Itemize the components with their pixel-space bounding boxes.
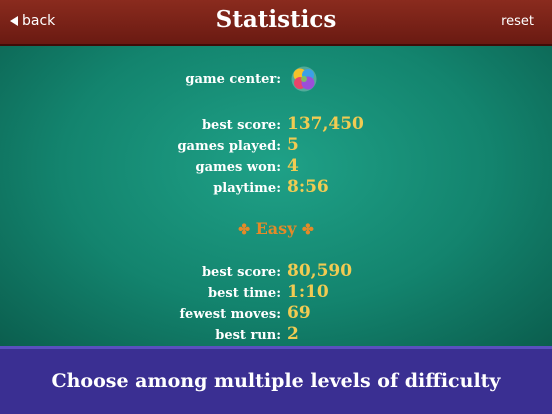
easy-best-time-value: 1:10 [287, 282, 329, 302]
easy-best-score-label: best score: [201, 265, 281, 280]
best-score-value: 137,450 [287, 114, 364, 134]
games-played-value: 5 [287, 135, 299, 155]
easy-fewest-moves-value: 69 [287, 303, 311, 323]
game-center-label: game center: [185, 72, 281, 87]
games-won-label: games won: [195, 160, 282, 175]
playtime-value: 8:56 [287, 177, 329, 197]
easy-best-time-label: best time: [208, 286, 281, 301]
reset-button[interactable]: reset [501, 14, 534, 29]
section-title-easy: ✤ Easy ✤ [0, 219, 552, 238]
clover-icon: ✤ [302, 222, 314, 238]
easy-best-score-value: 80,590 [287, 261, 353, 281]
game-center-icon[interactable] [291, 66, 317, 92]
games-won-value: 4 [287, 156, 299, 176]
section-title-easy-label: Easy [255, 219, 297, 238]
nav-bar: back Statistics reset [0, 0, 552, 46]
games-played-label: games played: [177, 139, 281, 154]
best-score-label: best score: [201, 118, 281, 133]
promo-banner: Choose among multiple levels of difficul… [0, 346, 552, 414]
statistics-screen: back Statistics reset game center: best … [0, 0, 552, 414]
easy-fewest-moves-label: fewest moves: [179, 307, 281, 322]
clover-icon: ✤ [238, 222, 250, 238]
page-title: Statistics [215, 6, 337, 33]
easy-best-run-label: best run: [215, 328, 281, 343]
promo-banner-text: Choose among multiple levels of difficul… [51, 370, 501, 392]
stats-panel [0, 46, 552, 346]
easy-best-run-value: 2 [287, 324, 299, 344]
playtime-label: playtime: [213, 181, 281, 196]
